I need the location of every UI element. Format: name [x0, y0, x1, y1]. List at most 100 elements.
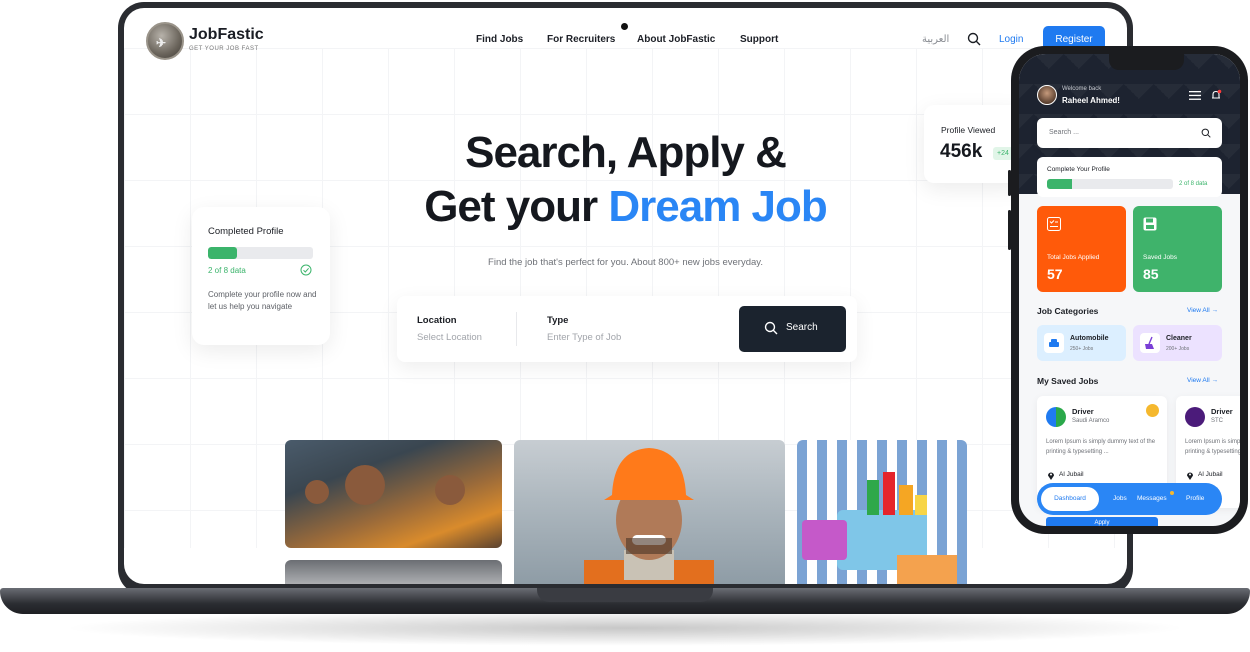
- hero-title-highlight: Dream Job: [608, 182, 827, 231]
- mobile-profile-count: 2 of 8 data: [1179, 181, 1208, 187]
- user-name: Raheel Ahmed!: [1062, 96, 1120, 105]
- category-count: 200+ Jobs: [1166, 346, 1190, 352]
- profile-viewed-change: +24: [993, 147, 1013, 160]
- floppy-save-icon: [1143, 217, 1157, 231]
- hero-title-prefix: Get your: [424, 182, 609, 231]
- camera-dot: [621, 23, 628, 30]
- job-title: Driver: [1211, 407, 1233, 416]
- workers-photo: [285, 440, 502, 548]
- brand-name[interactable]: JobFastic: [189, 26, 264, 44]
- job-location: Al Jubail: [1059, 471, 1084, 478]
- phone-side-button: [1008, 170, 1011, 196]
- total-jobs-applied-card[interactable]: Total Jobs Applied 57: [1037, 206, 1126, 292]
- mobile-bottom-nav: Dashboard Jobs Messages Profile: [1037, 483, 1222, 515]
- search-button-label: Search: [786, 322, 818, 333]
- nav-about[interactable]: About JobFastic: [637, 34, 715, 45]
- nav-find-jobs[interactable]: Find Jobs: [476, 34, 523, 45]
- nav-for-recruiters[interactable]: For Recruiters: [547, 34, 615, 45]
- menu-icon[interactable]: [1189, 91, 1201, 100]
- laptop-notch: [537, 588, 713, 602]
- category-count: 250+ Jobs: [1070, 346, 1094, 352]
- broom-icon: [1140, 333, 1160, 353]
- checklist-icon: [1047, 217, 1061, 231]
- location-label: Location: [417, 315, 457, 326]
- laptop-shadow: [60, 610, 1190, 646]
- completed-profile-title: Completed Profile: [208, 226, 284, 237]
- welcome-text: Welcome back: [1062, 86, 1102, 92]
- mobile-search-placeholder: Search ...: [1049, 129, 1079, 136]
- login-link[interactable]: Login: [999, 34, 1023, 45]
- search-icon[interactable]: [967, 32, 981, 46]
- job-company: STC: [1211, 418, 1223, 424]
- search-icon: [764, 321, 778, 335]
- category-automobile[interactable]: Automobile 250+ Jobs: [1037, 325, 1126, 361]
- mobile-profile-progress-bar: [1047, 179, 1173, 189]
- worker-hardhat-photo: [514, 440, 785, 584]
- saved-jobs-view-all[interactable]: View All →: [1187, 377, 1218, 384]
- profile-viewed-value: 456k: [940, 141, 983, 162]
- mobile-profile-progress-card[interactable]: Complete Your Profile 2 of 8 data: [1037, 157, 1222, 197]
- divider: [516, 312, 517, 346]
- job-description: Lorem Ipsum is simply dummy text of the …: [1046, 439, 1156, 455]
- total-jobs-applied-label: Total Jobs Applied: [1047, 254, 1100, 261]
- tab-jobs[interactable]: Jobs: [1113, 495, 1127, 502]
- job-search-bar: Location Select Location Type Enter Type…: [397, 296, 857, 362]
- category-cleaner[interactable]: Cleaner 200+ Jobs: [1133, 325, 1222, 361]
- completed-profile-description: Complete your profile now and let us hel…: [208, 290, 317, 311]
- language-toggle[interactable]: العربية: [922, 34, 949, 45]
- location-select[interactable]: Select Location: [417, 332, 482, 343]
- type-input[interactable]: Enter Type of Job: [547, 332, 621, 343]
- worker-illustration: [584, 448, 714, 584]
- job-description: Lorem Ipsum is simply dummy text of the …: [1185, 439, 1240, 455]
- profile-progress-fill: [208, 247, 238, 259]
- search-icon: [1201, 128, 1211, 138]
- car-icon: [1044, 333, 1064, 353]
- cleaner-photo: [797, 440, 967, 584]
- saved-jobs-card[interactable]: Saved Jobs 85: [1133, 206, 1222, 292]
- profile-viewed-title: Profile Viewed: [941, 125, 996, 135]
- logo-icon[interactable]: ✈: [146, 22, 184, 60]
- cleaning-supplies-illustration: [802, 472, 957, 584]
- categories-view-all[interactable]: View All →: [1187, 307, 1218, 314]
- phone-screen: Welcome back Raheel Ahmed! Search ... Co…: [1019, 54, 1240, 526]
- phone-notch: [1109, 54, 1184, 70]
- job-categories-title: Job Categories: [1037, 306, 1099, 316]
- category-name: Automobile: [1070, 335, 1109, 342]
- tab-dashboard[interactable]: Dashboard: [1041, 487, 1099, 511]
- mobile-profile-progress-fill: [1047, 179, 1073, 189]
- profile-progress-count: 2 of 8 data: [208, 266, 246, 275]
- type-label: Type: [547, 315, 569, 326]
- bell-icon[interactable]: [1210, 89, 1222, 101]
- stc-logo-icon: [1185, 407, 1205, 427]
- check-circle-icon: [300, 264, 312, 276]
- location-pin-icon: [1187, 472, 1193, 480]
- mobile-search-input[interactable]: Search ...: [1037, 118, 1222, 148]
- job-location: Al Jubail: [1198, 471, 1223, 478]
- laptop-screen: ✈ JobFastic GET YOUR JOB FAST Find Jobs …: [124, 8, 1127, 584]
- profile-progress-bar: [208, 247, 313, 259]
- stage: ✈ JobFastic GET YOUR JOB FAST Find Jobs …: [0, 0, 1250, 652]
- aramco-logo-icon: [1046, 407, 1066, 427]
- saved-jobs-title: My Saved Jobs: [1037, 376, 1099, 386]
- completed-profile-card: Completed Profile 2 of 8 data Complete y…: [192, 207, 330, 345]
- mobile-profile-title: Complete Your Profile: [1047, 166, 1110, 173]
- apply-button[interactable]: Apply: [1046, 517, 1158, 526]
- category-name: Cleaner: [1166, 335, 1192, 342]
- total-jobs-applied-value: 57: [1047, 266, 1063, 282]
- job-title: Driver: [1072, 407, 1094, 416]
- avatar[interactable]: [1037, 85, 1057, 105]
- search-button[interactable]: Search: [739, 306, 846, 352]
- saved-jobs-value: 85: [1143, 266, 1159, 282]
- job-company: Saudi Aramco: [1072, 418, 1110, 424]
- location-pin-icon: [1048, 472, 1054, 480]
- tab-profile[interactable]: Profile: [1186, 495, 1204, 502]
- bookmark-icon[interactable]: [1146, 404, 1159, 417]
- phone-side-button: [1008, 210, 1011, 250]
- top-nav: ✈ JobFastic GET YOUR JOB FAST Find Jobs …: [124, 8, 1127, 78]
- nav-support[interactable]: Support: [740, 34, 778, 45]
- tab-messages[interactable]: Messages: [1137, 495, 1167, 502]
- notification-dot: [1170, 491, 1174, 495]
- brand-tagline: GET YOUR JOB FAST: [189, 46, 259, 52]
- helmet-photo: [285, 560, 502, 584]
- saved-jobs-label: Saved Jobs: [1143, 254, 1177, 261]
